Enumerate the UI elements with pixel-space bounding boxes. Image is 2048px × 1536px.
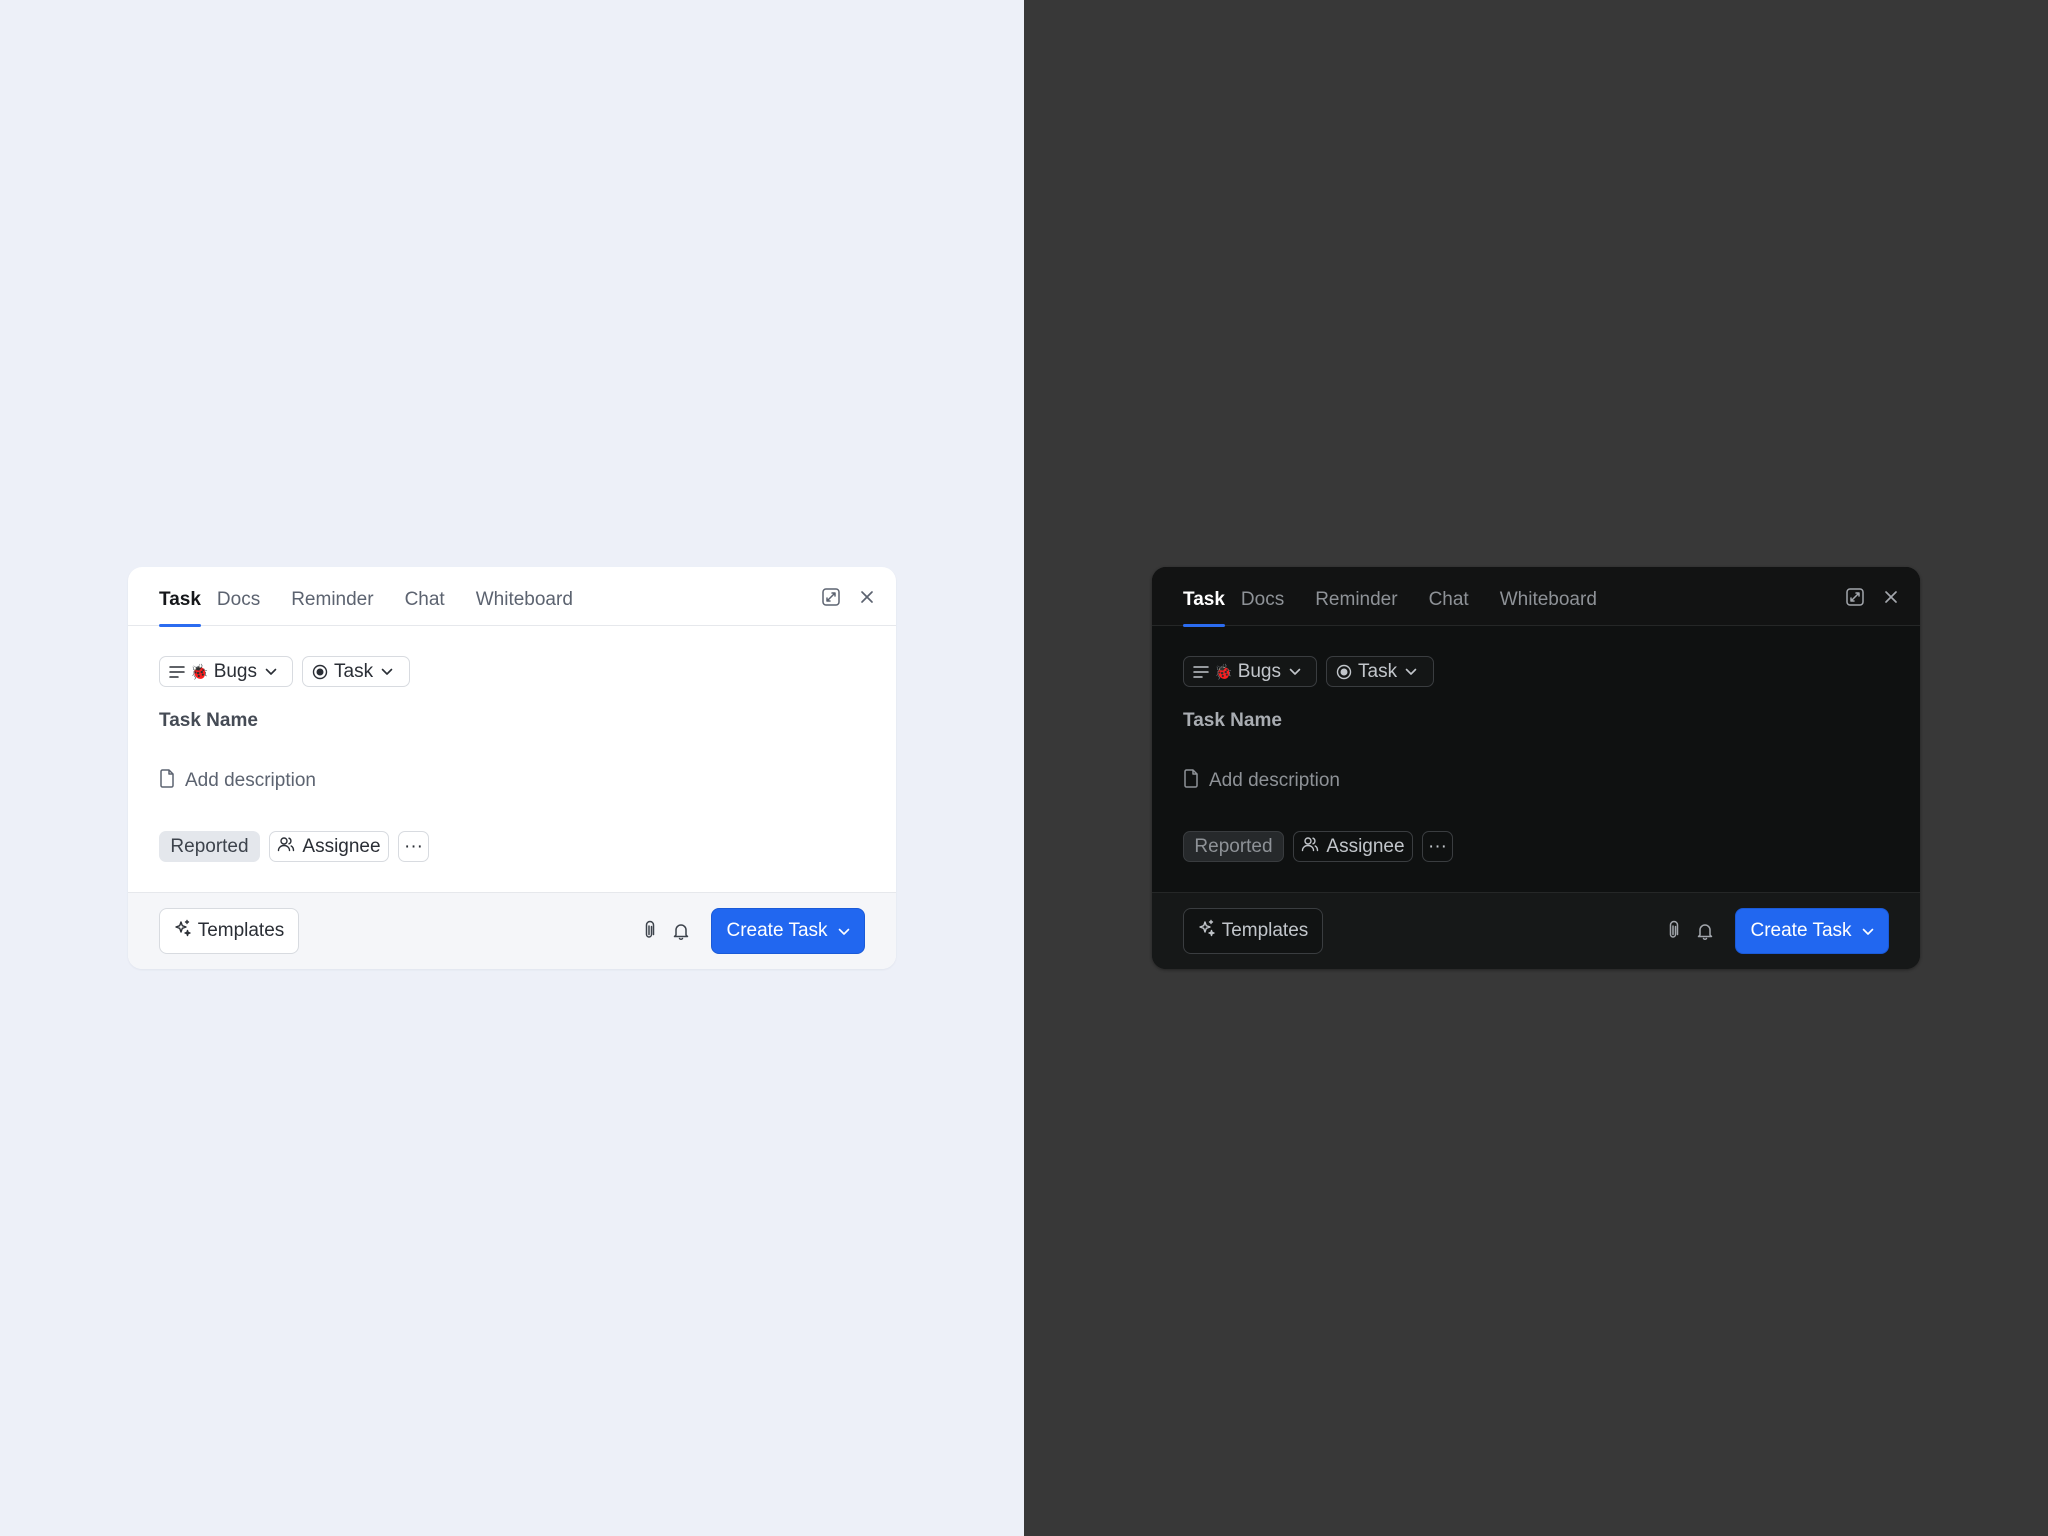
templates-label: Templates (197, 920, 285, 941)
assignee-button[interactable]: Assignee (1293, 831, 1413, 862)
tab-chat[interactable]: Chat (1429, 567, 1469, 626)
expand-icon[interactable] (820, 586, 842, 608)
tab-bar: Task Docs Reminder Chat Whiteboard (159, 567, 604, 627)
reported-tag[interactable]: Reported (159, 831, 260, 862)
status-selector[interactable]: Task (1326, 656, 1434, 687)
assignee-label: Assignee (1326, 835, 1405, 857)
create-task-label: Create Task (726, 920, 828, 941)
tab-chat[interactable]: Chat (405, 567, 445, 626)
bug-emoji: 🐞 (1214, 663, 1233, 681)
document-icon (1183, 768, 1209, 794)
task-name-input[interactable]: Task Name (159, 710, 258, 732)
bug-emoji: 🐞 (190, 663, 209, 681)
templates-button[interactable]: Templates (159, 908, 299, 954)
tab-bar: Task Docs Reminder Chat Whiteboard (1183, 567, 1628, 627)
tab-docs[interactable]: Docs (217, 567, 260, 626)
tab-docs[interactable]: Docs (1241, 567, 1284, 626)
add-description-field[interactable]: Add description (159, 768, 316, 794)
expand-icon[interactable] (1844, 586, 1866, 608)
paperclip-icon[interactable] (638, 920, 660, 942)
sparkle-icon (174, 919, 198, 943)
paperclip-icon[interactable] (1662, 920, 1684, 942)
more-options-button[interactable]: ··· (398, 831, 429, 862)
tab-reminder[interactable]: Reminder (291, 567, 373, 626)
list-lines-icon (1193, 665, 1209, 679)
chevron-down-icon (828, 920, 850, 942)
tab-task[interactable]: Task (159, 567, 201, 627)
modal-header: Task Docs Reminder Chat Whiteboard (128, 567, 896, 627)
create-task-modal-dark: Task Docs Reminder Chat Whiteboard 🐞 Bug… (1152, 567, 1920, 969)
chevron-down-icon (1405, 668, 1417, 676)
list-selector[interactable]: 🐞 Bugs (159, 656, 293, 687)
templates-button[interactable]: Templates (1183, 908, 1323, 954)
assignee-label: Assignee (302, 835, 381, 857)
tab-whiteboard[interactable]: Whiteboard (476, 567, 573, 626)
bell-icon[interactable] (670, 920, 692, 942)
close-icon[interactable] (1880, 586, 1902, 608)
sparkle-icon (1198, 919, 1222, 943)
list-lines-icon (169, 665, 185, 679)
status-label: Task (1358, 660, 1398, 682)
users-icon (1301, 836, 1326, 858)
list-selector[interactable]: 🐞 Bugs (1183, 656, 1317, 687)
create-task-button[interactable]: Create Task (711, 908, 865, 954)
chevron-down-icon (1852, 920, 1874, 942)
chevron-down-icon (265, 668, 277, 676)
create-task-modal: Task Docs Reminder Chat Whiteboard 🐞 Bug… (128, 567, 896, 969)
description-placeholder: Add description (185, 770, 316, 791)
reported-tag[interactable]: Reported (1183, 831, 1284, 862)
radio-dot-icon (312, 664, 328, 680)
templates-label: Templates (1221, 920, 1309, 941)
tab-reminder[interactable]: Reminder (1315, 567, 1397, 626)
create-task-label: Create Task (1750, 920, 1852, 941)
modal-footer: Templates Create Task (1152, 892, 1920, 969)
create-task-button[interactable]: Create Task (1735, 908, 1889, 954)
radio-dot-icon (1336, 664, 1352, 680)
close-icon[interactable] (856, 586, 878, 608)
assignee-button[interactable]: Assignee (269, 831, 389, 862)
more-options-button[interactable]: ··· (1422, 831, 1453, 862)
document-icon (159, 768, 185, 794)
tab-whiteboard[interactable]: Whiteboard (1500, 567, 1597, 626)
light-theme-panel: Task Docs Reminder Chat Whiteboard 🐞 Bug… (0, 0, 1024, 1536)
dark-theme-panel: Task Docs Reminder Chat Whiteboard 🐞 Bug… (1024, 0, 2048, 1536)
users-icon (277, 836, 302, 858)
description-placeholder: Add description (1209, 770, 1340, 791)
add-description-field[interactable]: Add description (1183, 768, 1340, 794)
modal-header: Task Docs Reminder Chat Whiteboard (1152, 567, 1920, 627)
bell-icon[interactable] (1694, 920, 1716, 942)
list-label: Bugs (1237, 660, 1281, 682)
status-selector[interactable]: Task (302, 656, 410, 687)
task-name-input[interactable]: Task Name (1183, 710, 1282, 732)
chevron-down-icon (381, 668, 393, 676)
list-label: Bugs (213, 660, 257, 682)
chevron-down-icon (1289, 668, 1301, 676)
tab-task[interactable]: Task (1183, 567, 1225, 627)
modal-footer: Templates Create Task (128, 892, 896, 969)
status-label: Task (334, 660, 374, 682)
